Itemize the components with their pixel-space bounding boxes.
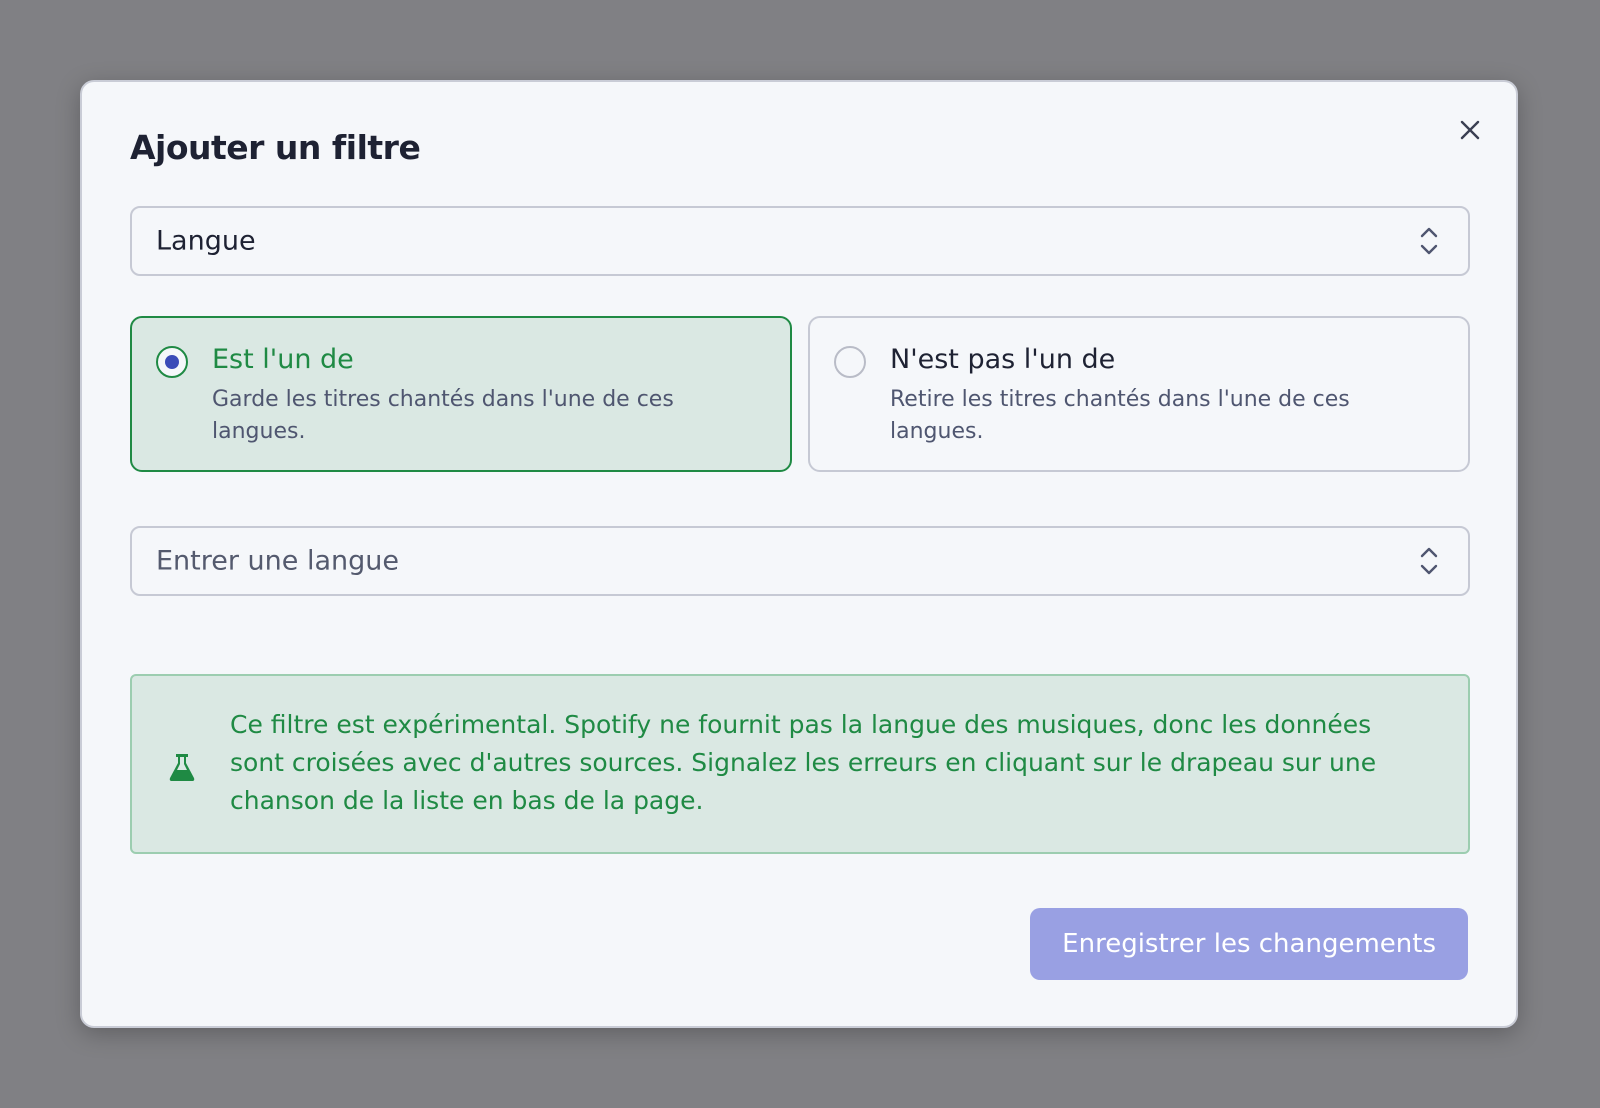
notice-text: Ce filtre est expérimental. Spotify ne f…: [230, 710, 1377, 815]
save-changes-button[interactable]: Enregistrer les changements: [1030, 908, 1468, 980]
filter-type-select[interactable]: Langue: [130, 206, 1470, 276]
radio-selected-dot: [165, 355, 179, 369]
language-select[interactable]: Entrer une langue: [130, 526, 1470, 596]
radio-is-one-of[interactable]: [156, 346, 188, 378]
radio-is-not-one-of[interactable]: [834, 346, 866, 378]
option-description: Retire les titres chantés dans l'une de …: [890, 387, 1350, 444]
chevron-up-down-icon: [1420, 227, 1438, 255]
chevron-up-down-icon: [1420, 547, 1438, 575]
option-label: Est l'un de: [212, 344, 354, 375]
option-is-one-of[interactable]: Est l'un de Garde les titres chantés dan…: [130, 316, 792, 472]
add-filter-dialog: Ajouter un filtre Langue Est l'un de Gar…: [80, 80, 1518, 1028]
close-button[interactable]: [1454, 114, 1486, 146]
flask-icon: [169, 754, 195, 781]
language-placeholder: Entrer une langue: [156, 545, 399, 577]
experimental-notice: Ce filtre est expérimental. Spotify ne f…: [130, 674, 1470, 854]
filter-type-value: Langue: [156, 225, 256, 257]
option-label: N'est pas l'un de: [890, 344, 1116, 375]
option-is-not-one-of[interactable]: N'est pas l'un de Retire les titres chan…: [808, 316, 1470, 472]
option-description: Garde les titres chantés dans l'une de c…: [212, 387, 674, 444]
dialog-title: Ajouter un filtre: [130, 128, 421, 167]
close-icon: [1460, 120, 1480, 140]
